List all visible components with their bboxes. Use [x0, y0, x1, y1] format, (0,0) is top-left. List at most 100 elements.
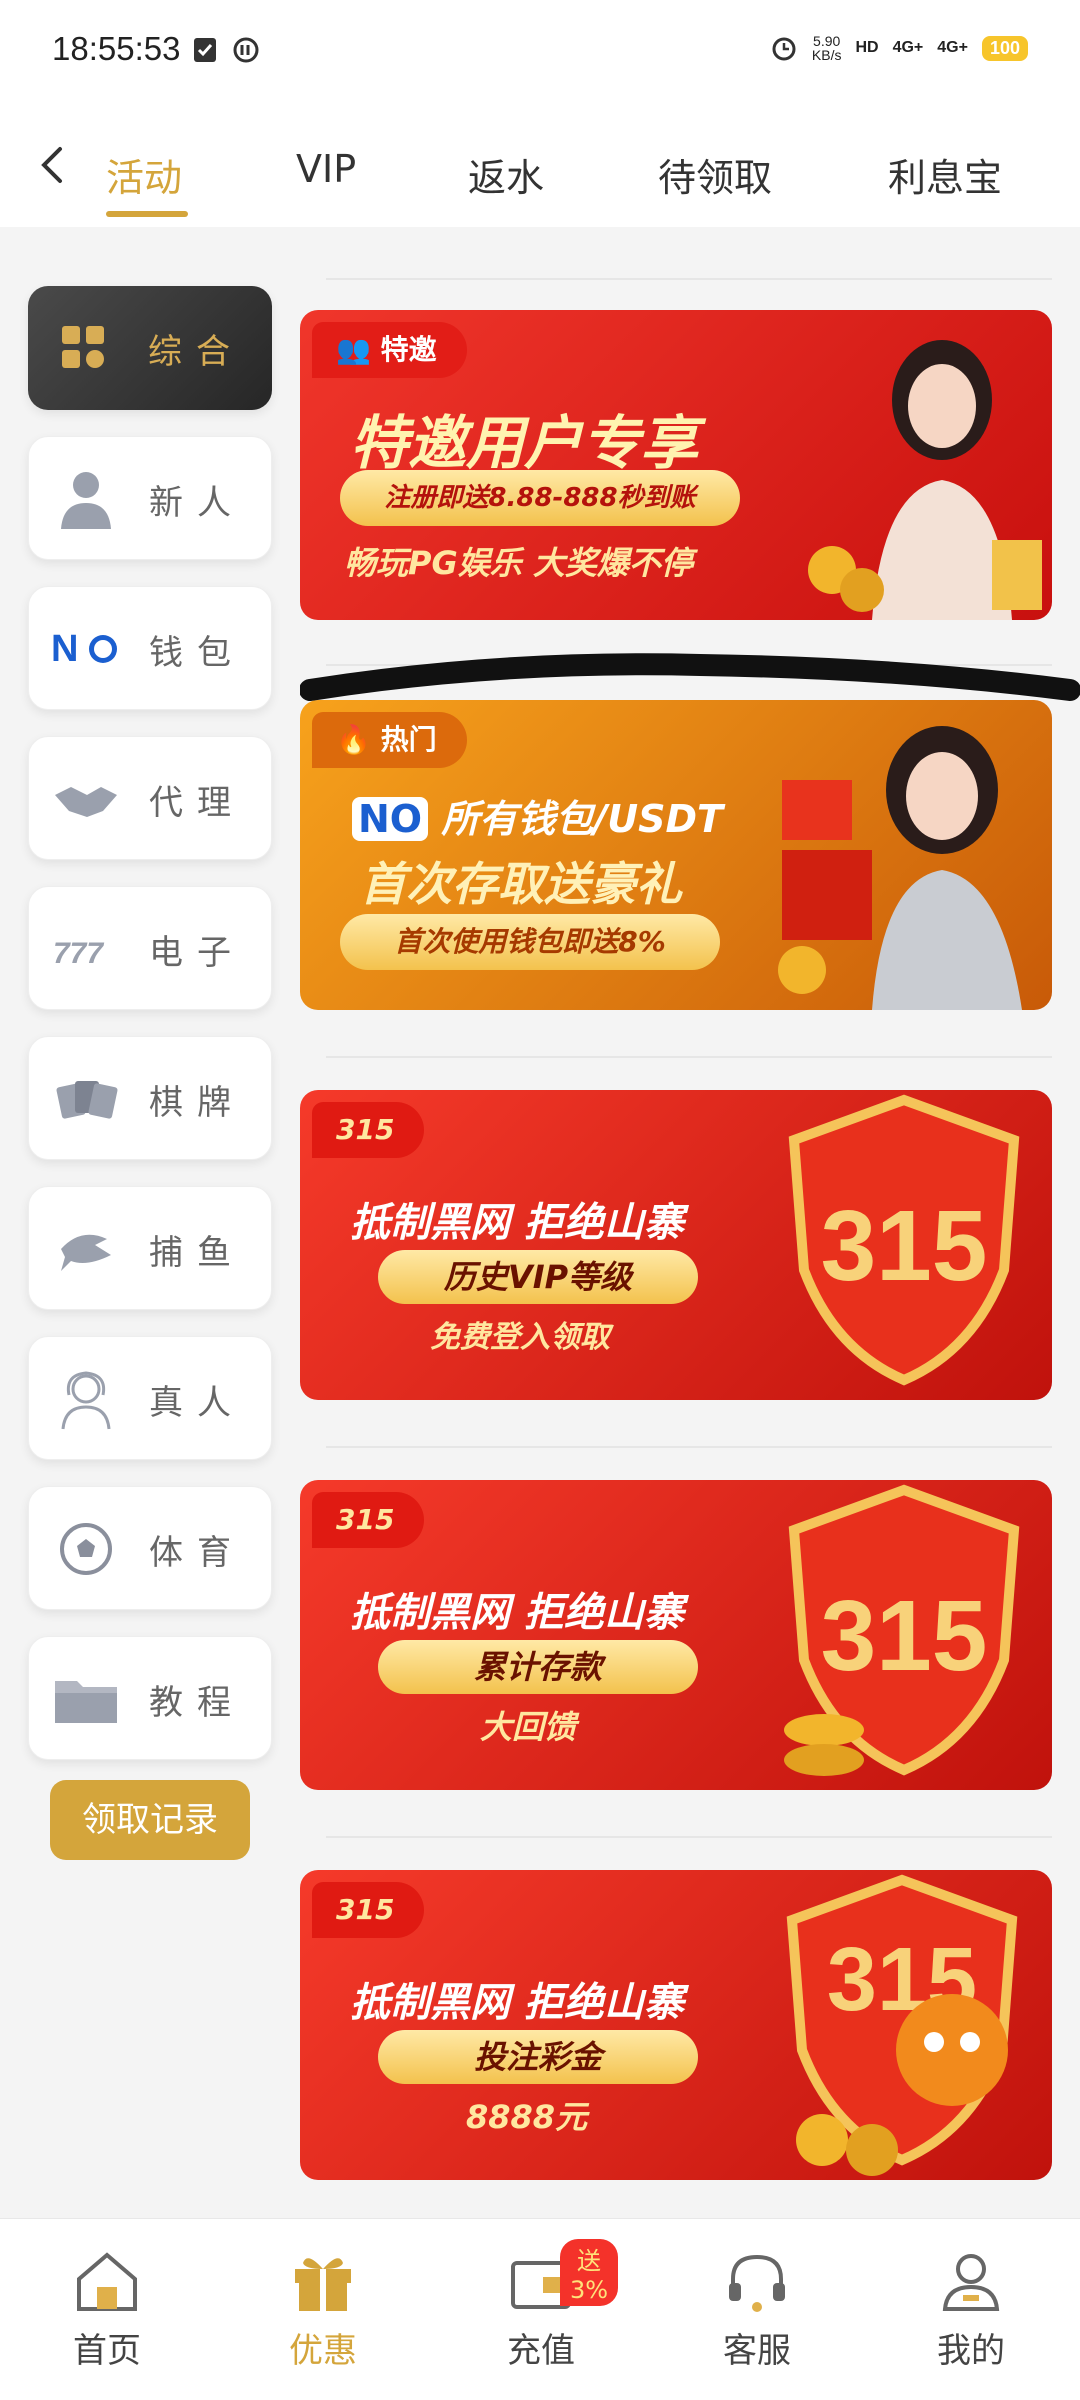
banner-headline: 抵制黑网 拒绝山寨 [350, 1590, 684, 1636]
shield-315-icon: 315 [788, 1094, 1020, 1386]
banner-pill: 首次使用钱包即送8% [340, 914, 720, 970]
gift-icon [295, 2258, 351, 2311]
banner-headline: 抵制黑网 拒绝山寨 [350, 1200, 684, 1246]
status-time: 18:55:53 [52, 30, 181, 67]
slot-777-icon: 777 [53, 937, 104, 970]
banner-pill: 投注彩金 [378, 2030, 698, 2084]
tab-vip[interactable]: VIP [296, 147, 356, 191]
hostess-illustration [778, 726, 1022, 1010]
shield-315-icon: 315 [784, 1484, 1020, 1776]
shield-label: 315 [821, 1190, 988, 1302]
sidebar-item-live[interactable]: 真人 [28, 1336, 272, 1460]
divider [326, 1446, 1052, 1448]
shark-icon [61, 1234, 111, 1271]
sidebar-item-newbie[interactable]: 新人 [28, 436, 272, 560]
nav-label: 优惠 [289, 2331, 357, 2371]
nav-label: 我的 [937, 2331, 1005, 2371]
banner-tag: 315 [312, 1882, 425, 1938]
banner-wallet-usdt[interactable]: 🔥 热门 NO 所有钱包/USDT 首次存取送豪礼 首次使用钱包即送8% [300, 700, 1052, 1010]
banner-315-betting[interactable]: 315 抵制黑网 拒绝山寨 投注彩金 8888元 315 [300, 1870, 1052, 2180]
sidebar-item-all[interactable]: 综合 [28, 286, 272, 410]
tab-activity[interactable]: 活动 [106, 147, 182, 202]
users-icon: 👥 [336, 333, 381, 366]
sidebar-item-fishing[interactable]: 捕鱼 [28, 1186, 272, 1310]
sidebar-item-agent[interactable]: 代理 [28, 736, 272, 860]
status-bar: 18:55:53 5.90 KB/s HD 4G+ 4G+ 100 [0, 0, 1080, 105]
banner-headline: 抵制黑网 拒绝山寨 [350, 1980, 684, 2026]
sidebar-item-label: 教程 [149, 1683, 245, 1723]
nav-support[interactable]: 客服 [682, 2249, 832, 2372]
nav-home[interactable]: 首页 [32, 2249, 182, 2372]
banner-tag: 👥 特邀 [312, 322, 467, 378]
status-indicators: 5.90 KB/s HD 4G+ 4G+ 100 [770, 34, 1028, 62]
svg-text:N: N [51, 628, 78, 670]
divider [326, 1056, 1052, 1058]
sidebar-item-label: 新人 [149, 483, 245, 523]
sidebar-item-label: 真人 [149, 1383, 245, 1423]
banner-pill: 历史VIP等级 [378, 1250, 698, 1304]
sidebar-item-label: 代理 [149, 783, 245, 823]
no-logo: NO [352, 797, 429, 841]
banner-subtext: 畅玩PG娱乐 大奖爆不停 [344, 544, 693, 582]
check-icon [194, 38, 216, 62]
battery-level: 100 [981, 35, 1028, 61]
sidebar-item-label: 电子 [149, 933, 245, 973]
banner-headline-2: 首次存取送豪礼 [360, 857, 682, 911]
tiger-mascot-illustration: 315 [786, 1874, 1018, 2176]
headset-icon [729, 2254, 785, 2312]
sidebar-item-label: 钱包 [149, 633, 245, 673]
signal-1: 4G+ [892, 39, 924, 56]
top-tab-bar: 活动 VIP 返水 待领取 利息宝 [0, 105, 1080, 227]
nav-label: 充值 [507, 2331, 575, 2371]
nav-profile[interactable]: 我的 [896, 2249, 1046, 2372]
banner-315-vip[interactable]: 315 抵制黑网 拒绝山寨 历史VIP等级 免费登入领取 315 [300, 1090, 1052, 1400]
cards-icon [56, 1081, 118, 1119]
no-wallet-icon: N [51, 628, 117, 670]
banner-pill: 注册即送8.88-888秒到账 [340, 470, 740, 526]
banner-subtext: 8888元 [466, 2098, 588, 2136]
deposit-bonus-badge: 送3% [560, 2239, 619, 2306]
banner-subtext: 免费登入领取 [430, 1320, 610, 1355]
signal-2: 4G+ [937, 39, 968, 56]
fire-icon: 🔥 [336, 723, 381, 756]
banner-subtext: 大回馈 [480, 1708, 577, 1746]
active-tab-indicator [106, 211, 188, 217]
sidebar-item-label: 综合 [148, 332, 244, 372]
claim-records-button[interactable]: 领取记录 [50, 1780, 250, 1860]
folder-icon [55, 1681, 117, 1723]
sidebar-item-tutorial[interactable]: 教程 [28, 1636, 272, 1760]
divider [326, 278, 1052, 280]
nav-deposit[interactable]: 送3% 充值 [466, 2239, 619, 2372]
banner-vip-invite[interactable]: 👥 特邀 特邀用户专享 注册即送8.88-888秒到账 畅玩PG娱乐 大奖爆不停 [300, 310, 1052, 620]
nav-offers[interactable]: 优惠 [248, 2249, 398, 2372]
banner-headline-1: NO 所有钱包/USDT [352, 788, 723, 843]
home-icon [77, 2252, 137, 2311]
banner-tag: 🔥 热门 [312, 712, 467, 768]
banner-315-deposit[interactable]: 315 抵制黑网 拒绝山寨 累计存款 大回馈 315 [300, 1480, 1052, 1790]
back-arrow-icon[interactable] [36, 145, 72, 185]
banner-tag: 315 [312, 1492, 425, 1548]
banner-pill: 累计存款 [378, 1640, 698, 1694]
shield-label: 315 [821, 1580, 988, 1692]
sidebar-item-wallet[interactable]: N 钱包 [28, 586, 272, 710]
banner-headline: 特邀用户专享 [350, 409, 699, 477]
banner-tag: 315 [312, 1102, 425, 1158]
bottom-nav: 首页 优惠 送3% 充值 客服 我的 [0, 2218, 1080, 2400]
person-icon [61, 472, 111, 529]
sidebar-item-label: 棋牌 [149, 1083, 245, 1123]
sidebar-item-cards[interactable]: 棋牌 [28, 1036, 272, 1160]
sidebar-item-slots[interactable]: 777 电子 [28, 886, 272, 1010]
nav-label: 客服 [723, 2331, 791, 2371]
alarm-icon [772, 37, 796, 61]
nav-label: 首页 [73, 2331, 141, 2371]
divider [326, 1836, 1052, 1838]
tab-interest[interactable]: 利息宝 [888, 147, 1002, 202]
sidebar-item-sports[interactable]: 体育 [28, 1486, 272, 1610]
scribble-overlay [300, 653, 1080, 701]
data-saver-icon [233, 37, 259, 63]
sidebar-item-label: 体育 [149, 1533, 245, 1573]
soccer-ball-icon [60, 1523, 112, 1575]
grid-icon [62, 326, 104, 368]
tab-rebate[interactable]: 返水 [468, 147, 544, 202]
tab-pending[interactable]: 待领取 [658, 147, 772, 202]
